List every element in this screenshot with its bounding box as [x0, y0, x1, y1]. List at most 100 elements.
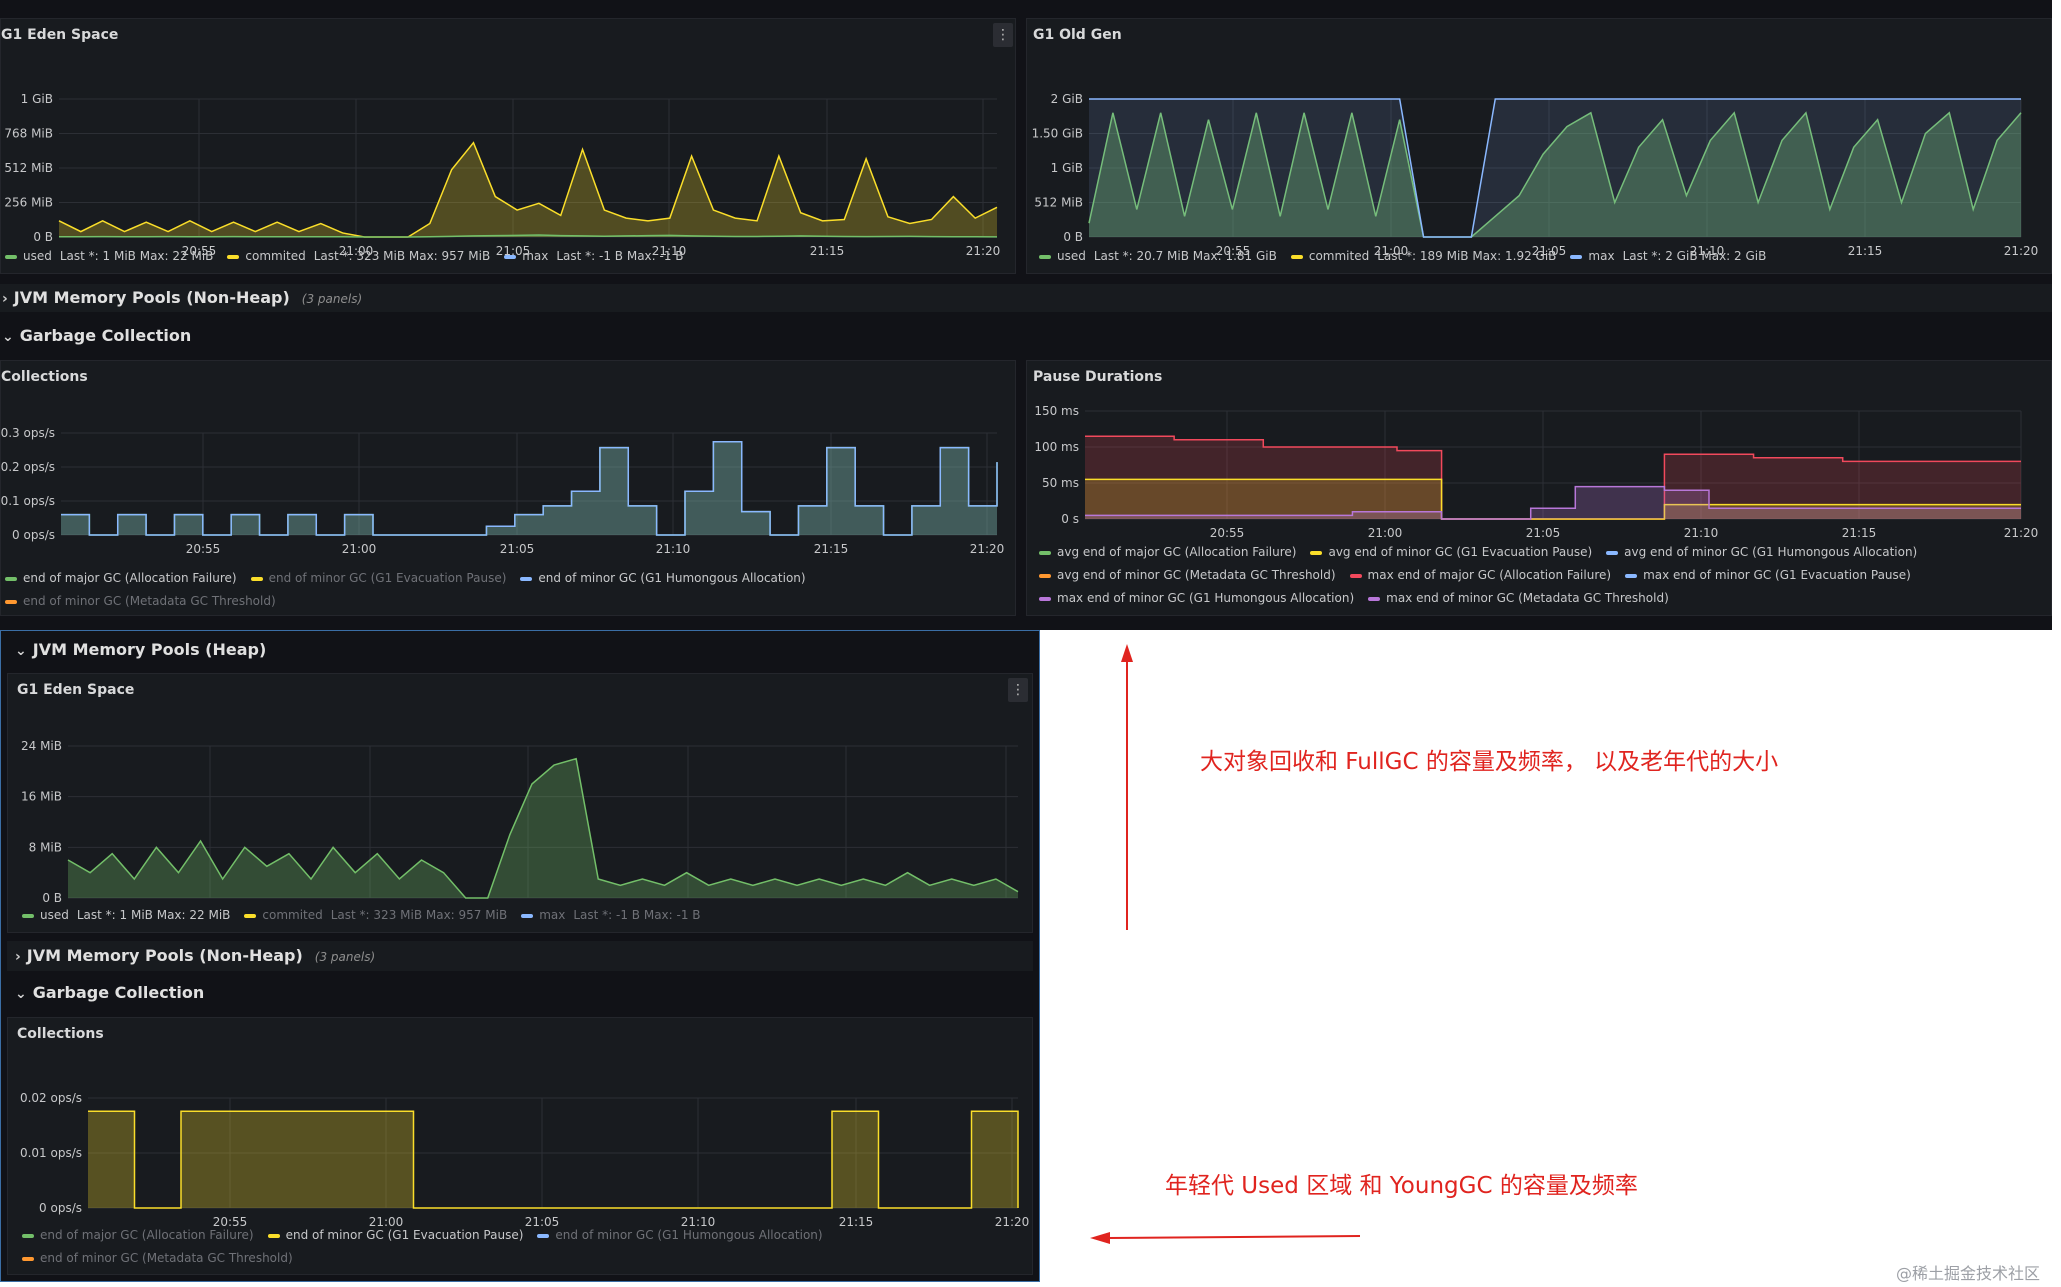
x-tick-label: 21:15 [810, 244, 845, 255]
panel-title: G1 Old Gen [1033, 27, 1122, 43]
legend-name: commited [262, 908, 323, 922]
legend-name: end of minor GC (G1 Evacuation Pause) [285, 1228, 524, 1242]
x-tick-label: 21:10 [656, 542, 691, 556]
legend-item[interactable]: end of minor GC (Metadata GC Threshold) [22, 1247, 293, 1270]
y-tick-label: 0 B [1063, 230, 1083, 244]
panel-title: Pause Durations [1033, 369, 1163, 385]
top-dashboard: G1 Eden Space ⋮ 1 GiB 768 MiB 512 MiB 256 M… [0, 0, 2052, 630]
panel-eden-bottom: G1 Eden Space ⋮ 24 MiB16 MiB8 MiB0 B20:5… [7, 673, 1033, 933]
legend-item[interactable]: commited Last *: 323 MiB Max: 957 MiB [244, 908, 507, 922]
y-tick-label: 0 s [1061, 512, 1079, 526]
annotation-old-gen: 大对象回收和 FullGC 的容量及频率， 以及老年代的大小 [1200, 749, 1779, 775]
legend-item[interactable]: max Last *: -1 B Max: -1 B [504, 249, 684, 263]
x-tick-label: 21:10 [1684, 526, 1719, 540]
legend-item[interactable]: end of minor GC (G1 Evacuation Pause) [267, 1224, 524, 1247]
legend-item[interactable]: used Last *: 1 MiB Max: 22 MiB [22, 908, 230, 922]
y-tick-label: 0 ops/s [12, 528, 55, 542]
y-tick-label: 0 B [33, 230, 53, 244]
legend-item[interactable]: end of major GC (Allocation Failure) [5, 567, 237, 590]
row-gc-bottom[interactable]: ⌄ Garbage Collection [7, 977, 1033, 1009]
legend-item[interactable]: used Last *: 1 MiB Max: 22 MiB [5, 249, 213, 263]
row-title: JVM Memory Pools (Non-Heap) [26, 946, 303, 965]
legend-name: avg end of major GC (Allocation Failure) [1057, 545, 1297, 559]
legend-item[interactable]: avg end of minor GC (G1 Humongous Alloca… [1606, 541, 1917, 564]
legend-swatch [1625, 573, 1638, 578]
row-non-heap-top[interactable]: › JVM Memory Pools (Non-Heap) (3 panels) [0, 284, 2052, 312]
legend-swatch [521, 913, 534, 918]
y-tick-label: 0.02 ops/s [20, 1091, 82, 1105]
x-tick-label: 21:20 [970, 542, 1005, 556]
y-tick-label: 0 B [42, 891, 62, 904]
arrow-up-head [1121, 644, 1133, 662]
x-tick-label: 21:00 [1368, 526, 1403, 540]
legend-item[interactable]: max end of major GC (Allocation Failure) [1349, 564, 1612, 587]
panel-menu-icon[interactable]: ⋮ [1008, 678, 1028, 702]
legend-item[interactable]: end of major GC (Allocation Failure) [22, 1224, 254, 1247]
legend-name: commited [245, 249, 306, 263]
legend-swatch [22, 913, 34, 918]
y-tick-label: 50 ms [1042, 476, 1079, 490]
legend-item[interactable]: used Last *: 20.7 MiB Max: 1.81 GiB [1039, 249, 1277, 263]
legend-swatch [1039, 596, 1051, 601]
legend-name: end of minor GC (G1 Humongous Allocation… [538, 571, 806, 585]
legend-item[interactable]: avg end of minor GC (G1 Evacuation Pause… [1310, 541, 1592, 564]
legend-item[interactable]: end of minor GC (G1 Humongous Allocation… [520, 567, 806, 590]
legend-swatch [1039, 573, 1051, 578]
legend-name: avg end of minor GC (Metadata GC Thresho… [1057, 568, 1336, 582]
y-tick-label: 768 MiB [4, 127, 53, 141]
watermark: @稀土掘金技术社区 [1896, 1264, 2041, 1283]
legend-stats: Last *: -1 B Max: -1 B [573, 908, 701, 922]
y-tick-label: 512 MiB [4, 161, 53, 175]
legend-name: end of minor GC (Metadata GC Threshold) [23, 594, 276, 608]
legend-swatch [1368, 596, 1381, 601]
x-tick-label: 21:05 [500, 542, 535, 556]
legend-item[interactable]: end of minor GC (G1 Humongous Allocation… [537, 1224, 823, 1247]
screenshot: G1 Eden Space ⋮ 1 GiB 768 MiB 512 MiB 256 M… [0, 0, 2061, 1287]
legend-item[interactable]: max end of minor GC (G1 Evacuation Pause… [1625, 564, 1911, 587]
legend-item[interactable]: avg end of minor GC (Metadata GC Thresho… [1039, 564, 1336, 587]
x-tick-label: 21:20 [966, 244, 1001, 255]
arrow-left-head [1090, 1232, 1110, 1244]
panel-title: Collections [1, 369, 88, 385]
y-tick-label: 0.3 ops/s [1, 426, 55, 440]
legend-swatch [1349, 573, 1362, 578]
legend-name: avg end of minor GC (G1 Evacuation Pause… [1328, 545, 1593, 559]
legend-name: max end of major GC (Allocation Failure) [1367, 568, 1612, 582]
arrow-left-line [1107, 1235, 1361, 1239]
chevron-down-icon: ⌄ [2, 329, 14, 345]
legend-item[interactable]: end of minor GC (G1 Evacuation Pause) [250, 567, 506, 590]
row-non-heap-bottom[interactable]: › JVM Memory Pools (Non-Heap) (3 panels) [7, 941, 1033, 971]
legend-name: end of major GC (Allocation Failure) [40, 1228, 254, 1242]
chart-eden-top: 1 GiB768 MiB512 MiB256 MiB0 B20:55 21:00 2… [4, 92, 1001, 255]
legend-swatch [227, 254, 240, 259]
legend-item[interactable]: commited Last *: 189 MiB Max: 1.92 GiB [1290, 249, 1557, 263]
legend-name: end of minor GC (G1 Humongous Allocation… [555, 1228, 823, 1242]
legend-swatch [1039, 254, 1051, 259]
legend-item[interactable]: max end of minor GC (Metadata GC Thresho… [1368, 587, 1669, 610]
legend-name: max [1588, 249, 1615, 263]
legend-stats: Last *: 1 MiB Max: 22 MiB [59, 249, 214, 263]
legend-row: end of major GC (Allocation Failure) end … [22, 1224, 837, 1247]
legend-name: max [539, 908, 566, 922]
row-gc-top[interactable]: ⌄ Garbage Collection [0, 320, 2052, 350]
legend-item[interactable]: avg end of major GC (Allocation Failure) [1039, 541, 1296, 564]
row-heap[interactable]: ⌄ JVM Memory Pools (Heap) [7, 633, 1033, 667]
x-tick-label: 21:00 [342, 542, 377, 556]
series-area [61, 441, 997, 535]
legend-item[interactable]: max Last *: -1 B Max: -1 B [521, 908, 701, 922]
legend-stats: Last *: 189 MiB Max: 1.92 GiB [1377, 249, 1557, 263]
legend-swatch [5, 599, 17, 604]
annotation-young-gen: 年轻代 Used 区域 和 YoungGC 的容量及频率 [1165, 1173, 1638, 1199]
legend-item[interactable]: max Last *: 2 GiB Max: 2 GiB [1570, 249, 1766, 263]
chevron-right-icon: › [15, 949, 21, 965]
x-tick-label: 21:20 [2004, 526, 2039, 540]
y-tick-label: 1.50 GiB [1032, 127, 1083, 141]
legend-item[interactable]: max end of minor GC (G1 Humongous Alloca… [1039, 587, 1354, 610]
panel-menu-icon[interactable]: ⋮ [993, 23, 1013, 47]
legend-eden-bottom: used Last *: 1 MiB Max: 22 MiB commited Las… [22, 908, 715, 922]
legend-name: avg end of minor GC (G1 Humongous Alloca… [1624, 545, 1918, 559]
y-tick-label: 16 MiB [21, 790, 62, 804]
legend-item[interactable]: commited Last *: 323 MiB Max: 957 MiB [227, 249, 490, 263]
legend-eden-top: used Last *: 1 MiB Max: 22 MiB commited Las… [5, 249, 698, 263]
legend-item[interactable]: end of minor GC (Metadata GC Threshold) [5, 590, 276, 613]
